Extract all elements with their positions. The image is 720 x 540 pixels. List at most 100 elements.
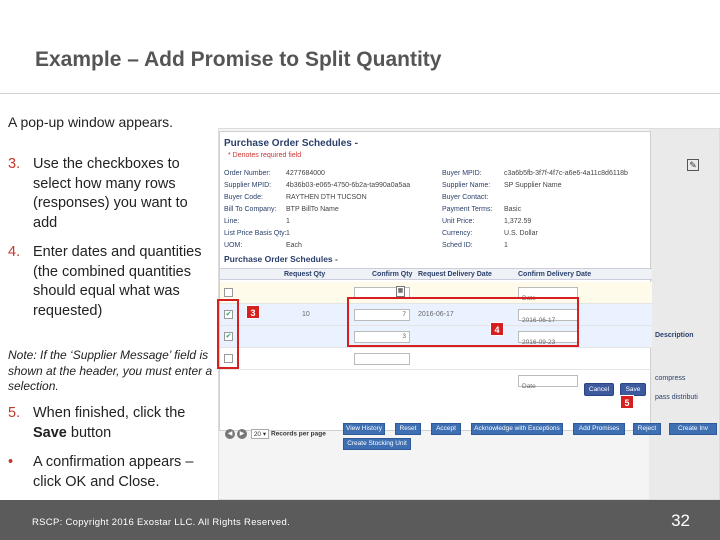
field-label: Sched ID:	[442, 242, 473, 249]
field-buyer-contact: Buyer Contact:	[442, 194, 504, 201]
per-page-value: 20	[253, 431, 262, 438]
add-promises-button[interactable]: Add Promises	[573, 423, 625, 435]
row-checkbox[interactable]	[224, 288, 233, 297]
field-uom: UOM: Each	[224, 242, 302, 249]
field-order-number: Order Number: 4277684000	[224, 170, 325, 177]
confirm-qty-input[interactable]	[354, 353, 410, 365]
reject-button[interactable]: Reject	[633, 423, 661, 435]
field-supplier-mpid: Supplier MPID: 4b36b03-e065-4750-6b2a-ta9…	[224, 182, 410, 189]
field-label: List Price Basis Qty:	[224, 230, 287, 237]
step-4: 4. Enter dates and quantities (the combi…	[8, 243, 213, 321]
col-confirm-date: Confirm Delivery Date	[518, 271, 592, 278]
po-schedules-popup: Purchase Order Schedules - * Denotes req…	[219, 131, 652, 431]
callout-3-badge: 3	[246, 305, 260, 319]
field-value: 1	[286, 218, 290, 225]
bullet-confirmation: • A confirmation appears – click OK and …	[8, 453, 213, 492]
field-value: 4277684000	[286, 170, 325, 177]
bullet-text: A confirmation appears – click OK and Cl…	[33, 454, 194, 490]
create-stocking-unit-button[interactable]: Create Stocking Unit	[343, 438, 411, 450]
field-value: 1	[504, 242, 508, 249]
checkbox-callout-box	[217, 299, 239, 369]
field-label: Bill To Company:	[224, 206, 277, 213]
next-page-icon[interactable]: ▶	[237, 429, 247, 439]
step-number: 3.	[8, 156, 21, 172]
description-header: Description	[655, 332, 694, 339]
field-value: 1,372.59	[504, 218, 532, 225]
step-number: 5.	[8, 405, 21, 421]
field-label: UOM:	[224, 242, 243, 249]
field-buyer-code: Buyer Code: RAYTHEN DTH TUCSON	[224, 194, 367, 201]
confirm-date-input[interactable]: Date	[518, 375, 578, 390]
step-text: When finished, click the Save button	[33, 404, 213, 443]
field-label: Payment Terms:	[442, 206, 493, 213]
field-unit-price: Unit Price: 1,372.59	[442, 218, 531, 225]
page-number: 32	[671, 511, 690, 530]
step-3: 3. Use the checkboxes to select how many…	[8, 155, 213, 233]
popup-title: Purchase Order Schedules -	[224, 138, 358, 149]
callout-5-badge: 5	[620, 395, 634, 409]
step-text-post: button	[66, 424, 112, 441]
copyright-text: RSCP: Copyright 2016 Exostar LLC. All Ri…	[32, 517, 291, 528]
table-row	[220, 348, 652, 370]
step-text-bold: Save	[33, 424, 67, 441]
per-page-label: Records per page	[270, 430, 326, 438]
background-page-strip	[649, 129, 719, 499]
field-value: U.S. Dollar	[504, 230, 538, 237]
cancel-button[interactable]: Cancel	[584, 383, 614, 396]
acknowledge-exceptions-button[interactable]: Acknowledge with Exceptions	[471, 423, 563, 435]
field-label: Line:	[224, 218, 240, 225]
callout-4-badge: 4	[490, 322, 504, 336]
intro-text: A pop-up window appears.	[8, 114, 173, 130]
schedules-table-header: Request Qty Confirm Qty Request Delivery…	[220, 268, 652, 280]
field-sched-id: Sched ID: 1	[442, 242, 508, 249]
field-value: 4b36b03-e065-4750-6b2a-ta990a0a5aa	[286, 182, 411, 189]
step-text: Use the checkboxes to select how many ro…	[33, 156, 188, 231]
request-qty-cell: 10	[302, 311, 310, 318]
field-value: c3a6b5fb-3f7f-4f7c-a6e6-4a11c8d6118b	[504, 170, 628, 177]
field-bill-to: Bill To Company: BTP BillTo Name	[224, 206, 339, 213]
per-page-select[interactable]: 20 ▾	[250, 429, 270, 439]
field-label: Supplier Name:	[442, 182, 491, 189]
create-invoice-button[interactable]: Create Inv	[669, 423, 717, 435]
field-label: Buyer Contact:	[442, 194, 489, 201]
field-label: Buyer Code:	[224, 194, 263, 201]
field-list-price-basis: List Price Basis Qty:1	[224, 230, 290, 237]
field-label: Supplier MPID:	[224, 182, 272, 189]
col-confirm-qty: Confirm Qty	[372, 271, 413, 278]
distrib-text: pass distributi	[655, 394, 698, 401]
field-line: Line: 1	[224, 218, 290, 225]
field-value: Basic	[504, 206, 522, 213]
field-label: Currency:	[442, 230, 473, 237]
col-request-qty: Request Qty	[284, 271, 326, 278]
bullet-glyph: •	[8, 454, 14, 470]
calendar-icon[interactable]: ▦	[396, 286, 405, 297]
pagination: ◀ ▶ 20 ▾ Records per page	[225, 429, 326, 439]
prev-page-icon[interactable]: ◀	[225, 429, 235, 439]
field-value: SP Supplier Name	[504, 182, 562, 189]
accept-button[interactable]: Accept	[431, 423, 461, 435]
field-value: 1	[286, 230, 290, 237]
schedules-section-title: Purchase Order Schedules -	[224, 254, 338, 264]
step-text-pre: When finished, click the	[33, 405, 186, 421]
field-label: Buyer MPID:	[442, 170, 482, 177]
edit-icon[interactable]: ✎	[687, 159, 699, 171]
view-history-button[interactable]: View History	[343, 423, 385, 435]
footer-bar: RSCP: Copyright 2016 Exostar LLC. All Ri…	[0, 500, 720, 540]
field-buyer-mpid: Buyer MPID: c3a6b5fb-3f7f-4f7c-a6e6-4a11c…	[442, 170, 628, 177]
title-divider	[0, 93, 720, 94]
col-request-date: Request Delivery Date	[418, 271, 492, 278]
slide-title: Example – Add Promise to Split Quantity	[35, 48, 442, 71]
compress-text: compress	[655, 375, 686, 382]
note-text: Note: If the ‘Supplier Message’ field is…	[8, 348, 213, 393]
step-5: 5. When finished, click the Save button	[8, 404, 213, 443]
field-currency: Currency: U.S. Dollar	[442, 230, 538, 237]
entry-callout-box	[347, 297, 579, 347]
reset-button[interactable]: Reset	[395, 423, 421, 435]
field-supplier-name: Supplier Name: SP Supplier Name	[442, 182, 561, 189]
field-value: BTP BillTo Name	[286, 206, 339, 213]
field-payment-terms: Payment Terms: Basic	[442, 206, 521, 213]
field-label: Order Number:	[224, 170, 271, 177]
required-note: * Denotes required field	[228, 152, 302, 159]
field-value: Each	[286, 242, 302, 249]
step-text: Enter dates and quantities (the combined…	[33, 244, 202, 319]
